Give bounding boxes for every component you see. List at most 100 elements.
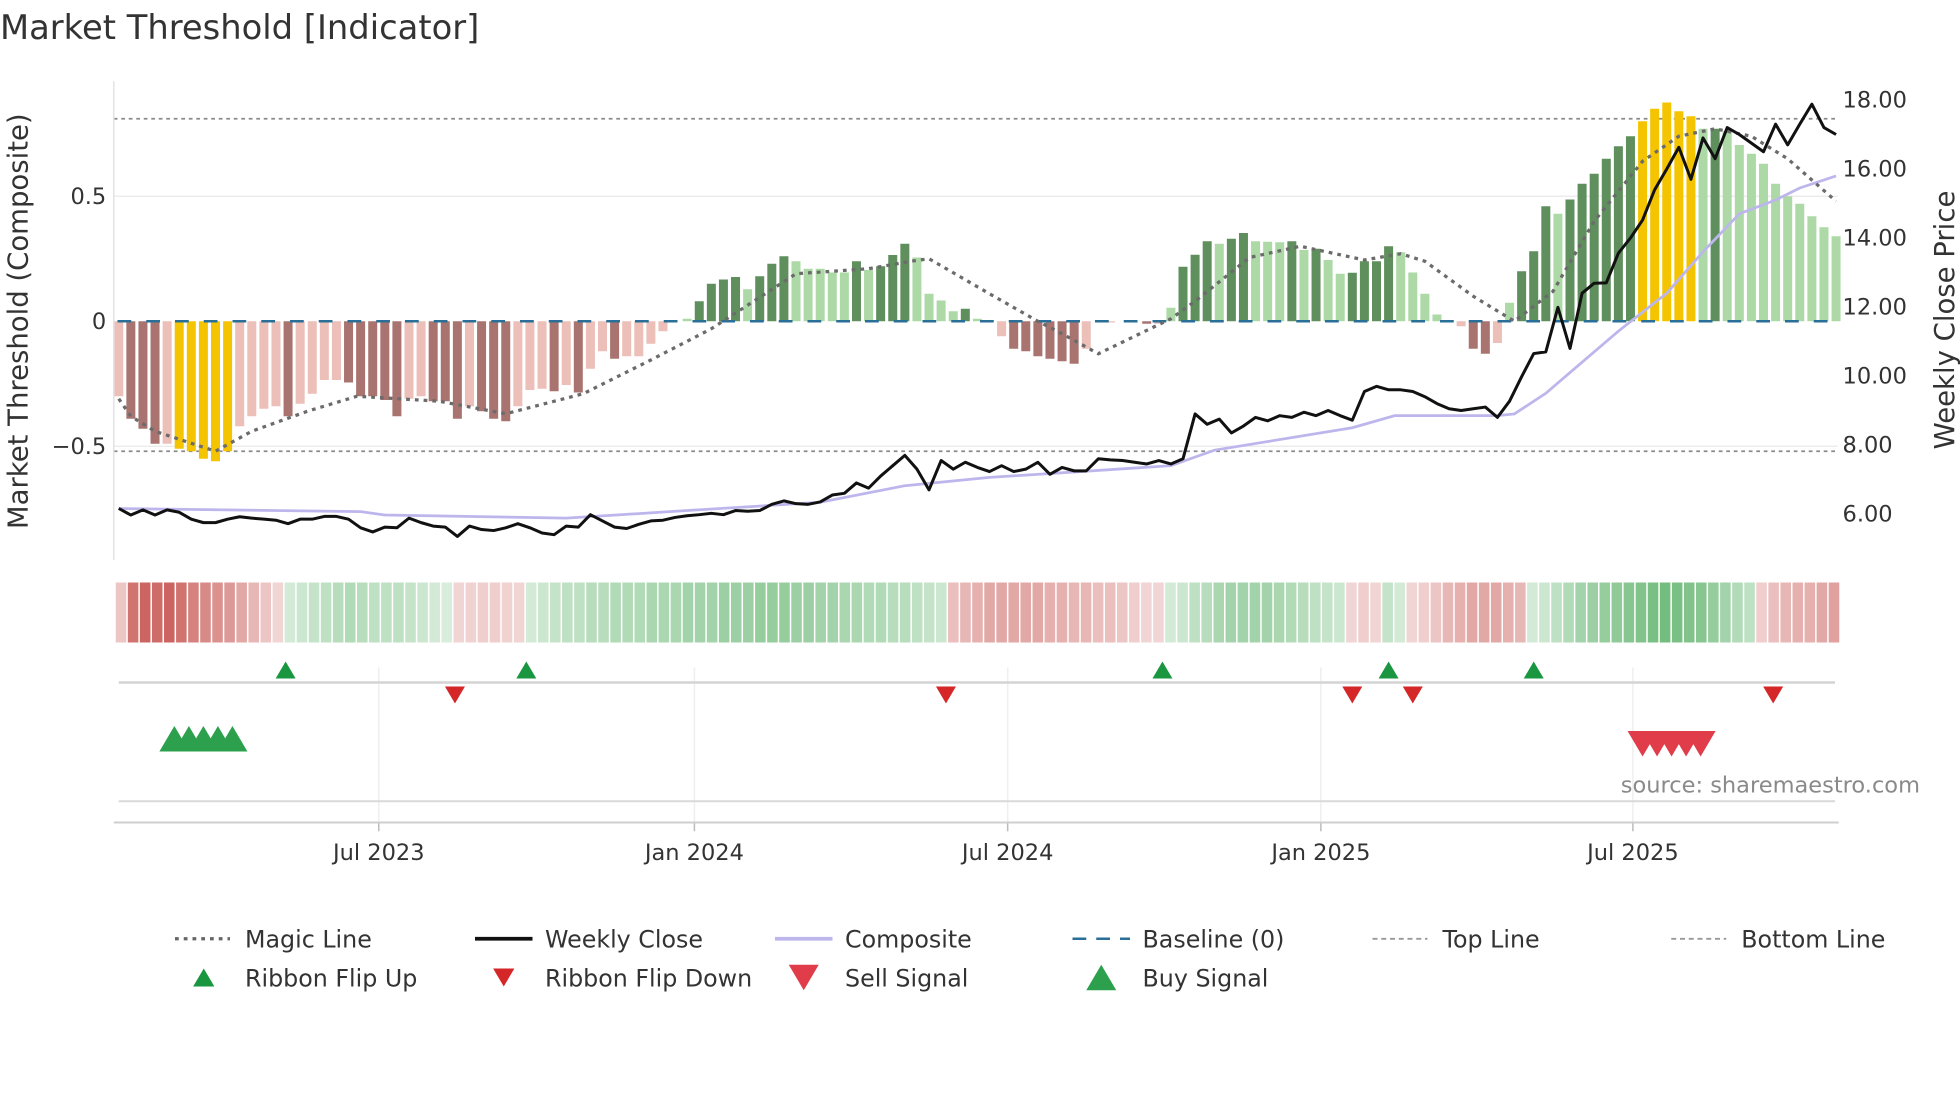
ribbon-cell	[465, 582, 477, 643]
ribbon-cell	[1563, 582, 1574, 643]
composite-bar	[1238, 233, 1248, 322]
ribbon-cell	[706, 582, 718, 643]
ribbon-cell	[923, 582, 935, 643]
ribbon-cell	[1406, 582, 1418, 643]
composite-bar	[1323, 260, 1333, 322]
composite-bar	[198, 321, 208, 459]
ribbon-cell	[1792, 582, 1804, 643]
composite-bar	[1311, 248, 1321, 322]
y-right-tick-label: 8.00	[1843, 433, 1893, 459]
composite-bar	[162, 321, 172, 444]
composite-bar	[477, 321, 487, 412]
composite-bar	[1335, 273, 1345, 322]
ribbon-cell	[1708, 582, 1719, 643]
composite-bar	[525, 321, 535, 390]
composite-bar	[561, 321, 571, 385]
ribbon-cell	[694, 582, 706, 643]
composite-bar	[1819, 227, 1829, 322]
ribbon-cell	[200, 582, 211, 643]
ribbon-cell	[1671, 582, 1683, 643]
ribbon-cell	[1382, 582, 1393, 643]
market-threshold-chart: Market Threshold [Indicator] Market Thre…	[0, 8, 1960, 993]
ribbon-cell	[851, 582, 863, 643]
ribbon-cell	[501, 582, 513, 643]
ribbon-cell	[1309, 582, 1321, 643]
ribbon-cell	[1539, 582, 1550, 643]
ribbon-cell	[791, 582, 802, 643]
ribbon-cell	[1249, 582, 1261, 643]
x-tick-label: Jul 2024	[960, 840, 1054, 866]
composite-bar	[150, 321, 160, 444]
composite-bar	[960, 308, 970, 322]
composite-bar	[186, 321, 196, 452]
ribbon-cell	[1575, 582, 1586, 643]
ribbon-flip-up-marker	[516, 661, 537, 679]
ribbon-cell	[1322, 582, 1333, 643]
composite-bar	[368, 321, 378, 397]
composite-bar	[1384, 246, 1394, 322]
ribbon-cell	[972, 582, 983, 643]
ribbon-cell	[634, 582, 646, 643]
composite-bar	[1734, 145, 1744, 322]
ribbon-cell	[417, 582, 428, 643]
ribbon-cell	[586, 582, 597, 643]
ribbon-cell	[1189, 582, 1200, 643]
composite-bar	[404, 321, 414, 399]
ribbon-cell	[1587, 582, 1598, 643]
ribbon-cell	[574, 582, 585, 643]
ribbon-cell	[1213, 582, 1225, 643]
ribbon-cell	[1068, 582, 1080, 643]
ribbon-cell	[1478, 582, 1490, 643]
ribbon-cell	[1768, 582, 1779, 643]
ribbon-cell	[743, 582, 754, 643]
legend-label: Ribbon Flip Down	[545, 964, 752, 992]
ribbon-cell	[1201, 582, 1212, 643]
ribbon-cell	[622, 582, 633, 643]
y-left-tick-label: −0.5	[52, 434, 107, 460]
legend-label: Baseline (0)	[1143, 926, 1285, 954]
ribbon-cell	[115, 582, 127, 643]
composite-bar	[138, 321, 148, 429]
composite-bar	[791, 261, 801, 322]
composite-bar	[1686, 116, 1696, 322]
composite-bar	[936, 300, 946, 322]
ribbon-cell	[332, 582, 344, 643]
ribbon-cell	[1044, 582, 1056, 643]
ribbon-cell	[477, 582, 489, 643]
legend-label: Sell Signal	[845, 964, 968, 992]
legend-marker-up-icon	[193, 968, 215, 987]
ribbon-cell	[1611, 582, 1623, 643]
ribbon-cell	[248, 582, 260, 643]
composite-bar	[283, 321, 293, 417]
ribbon-cell	[646, 582, 658, 643]
composite-bar	[1480, 321, 1490, 354]
ribbon-cell	[550, 582, 561, 643]
ribbon-cell	[369, 582, 380, 643]
composite-bar	[344, 321, 354, 383]
ribbon-cell	[1756, 582, 1767, 643]
ribbon-cell	[188, 582, 199, 643]
composite-bar	[803, 268, 813, 322]
legend: Magic Line Weekly Close Composite Baseline …	[175, 926, 1885, 992]
composite-bar	[598, 321, 607, 352]
ribbon-cell	[1008, 582, 1019, 643]
ribbon-cell	[718, 582, 730, 643]
ribbon-cell	[863, 582, 875, 643]
y-left-tick-label: 0	[92, 309, 106, 335]
ribbon-cell	[405, 582, 416, 643]
ribbon-cell	[260, 582, 272, 643]
composite-bar	[247, 321, 257, 417]
composite-bar	[1359, 261, 1369, 322]
ribbon-heatmap	[115, 582, 1840, 643]
composite-bar	[634, 321, 644, 357]
ribbon-cell	[1032, 582, 1044, 643]
ribbon-cell	[151, 582, 163, 643]
composite-bar	[380, 321, 390, 400]
composite-bar	[1190, 254, 1200, 322]
ribbon-cell	[755, 582, 766, 643]
ribbon-cell	[164, 582, 175, 643]
ribbon-cell	[139, 582, 151, 643]
composite-bar	[392, 321, 402, 417]
legend-label: Buy Signal	[1143, 964, 1269, 992]
y-left-tick-label: 0.5	[70, 184, 106, 210]
